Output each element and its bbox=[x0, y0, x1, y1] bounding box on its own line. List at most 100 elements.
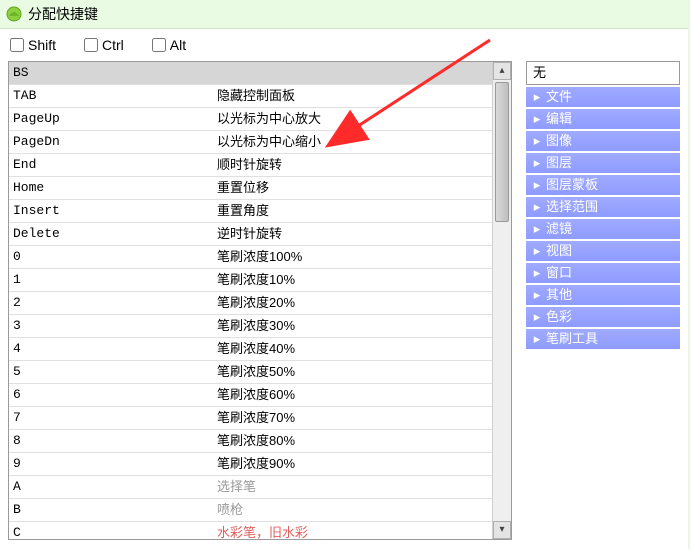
binding-action: 笔刷浓度40% bbox=[213, 338, 511, 360]
scroll-up-button[interactable]: ▴ bbox=[493, 62, 511, 80]
shift-checkbox[interactable] bbox=[10, 38, 24, 52]
category-item[interactable]: ▸图像 bbox=[526, 131, 680, 151]
binding-key: 3 bbox=[9, 315, 213, 337]
chevron-right-icon: ▸ bbox=[530, 329, 544, 349]
binding-action bbox=[213, 62, 511, 84]
binding-row[interactable]: 2笔刷浓度20% bbox=[9, 292, 511, 315]
titlebar: 分配快捷键 bbox=[0, 0, 688, 29]
shift-label: Shift bbox=[28, 37, 56, 53]
category-list: ▸文件▸编辑▸图像▸图层▸图层蒙板▸选择范围▸滤镜▸视图▸窗口▸其他▸色彩▸笔刷… bbox=[526, 87, 680, 349]
binding-row[interactable]: 5笔刷浓度50% bbox=[9, 361, 511, 384]
binding-row[interactable]: PageDn以光标为中心缩小 bbox=[9, 131, 511, 154]
binding-key: 0 bbox=[9, 246, 213, 268]
category-header: 无 bbox=[526, 61, 680, 85]
category-label: 文件 bbox=[544, 87, 676, 107]
chevron-right-icon: ▸ bbox=[530, 285, 544, 305]
category-item[interactable]: ▸色彩 bbox=[526, 307, 680, 327]
window: 分配快捷键 Shift Ctrl Alt BSTAB隐藏控制面板PageUp以光… bbox=[0, 0, 690, 549]
category-label: 编辑 bbox=[544, 109, 676, 129]
binding-row[interactable]: 0笔刷浓度100% bbox=[9, 246, 511, 269]
category-item[interactable]: ▸编辑 bbox=[526, 109, 680, 129]
binding-action: 选择笔 bbox=[213, 476, 511, 498]
binding-key: PageDn bbox=[9, 131, 213, 153]
category-label: 图层蒙板 bbox=[544, 175, 676, 195]
chevron-right-icon: ▸ bbox=[530, 241, 544, 261]
binding-row[interactable]: Insert重置角度 bbox=[9, 200, 511, 223]
binding-action: 笔刷浓度70% bbox=[213, 407, 511, 429]
binding-key: 1 bbox=[9, 269, 213, 291]
category-item[interactable]: ▸图层蒙板 bbox=[526, 175, 680, 195]
binding-row[interactable]: End顺时针旋转 bbox=[9, 154, 511, 177]
binding-row[interactable]: 8笔刷浓度80% bbox=[9, 430, 511, 453]
chevron-right-icon: ▸ bbox=[530, 307, 544, 327]
ctrl-checkbox-label[interactable]: Ctrl bbox=[84, 37, 124, 53]
category-label: 图层 bbox=[544, 153, 676, 173]
binding-row[interactable]: 3笔刷浓度30% bbox=[9, 315, 511, 338]
ctrl-label: Ctrl bbox=[102, 37, 124, 53]
binding-row[interactable]: Home重置位移 bbox=[9, 177, 511, 200]
binding-key: 9 bbox=[9, 453, 213, 475]
ctrl-checkbox[interactable] bbox=[84, 38, 98, 52]
binding-key: 2 bbox=[9, 292, 213, 314]
chevron-right-icon: ▸ bbox=[530, 197, 544, 217]
alt-label: Alt bbox=[170, 37, 186, 53]
binding-row[interactable]: A选择笔 bbox=[9, 476, 511, 499]
binding-action: 逆时针旋转 bbox=[213, 223, 511, 245]
modifier-row: Shift Ctrl Alt bbox=[0, 29, 688, 61]
binding-row[interactable]: C水彩笔，旧水彩 bbox=[9, 522, 511, 539]
binding-row[interactable]: 4笔刷浓度40% bbox=[9, 338, 511, 361]
category-item[interactable]: ▸选择范围 bbox=[526, 197, 680, 217]
category-item[interactable]: ▸图层 bbox=[526, 153, 680, 173]
scrollbar[interactable]: ▴ ▾ bbox=[492, 62, 511, 539]
binding-action: 笔刷浓度50% bbox=[213, 361, 511, 383]
chevron-right-icon: ▸ bbox=[530, 219, 544, 239]
shift-checkbox-label[interactable]: Shift bbox=[10, 37, 56, 53]
category-item[interactable]: ▸其他 bbox=[526, 285, 680, 305]
binding-action: 重置角度 bbox=[213, 200, 511, 222]
category-item[interactable]: ▸视图 bbox=[526, 241, 680, 261]
category-item[interactable]: ▸滤镜 bbox=[526, 219, 680, 239]
binding-key: End bbox=[9, 154, 213, 176]
binding-action: 以光标为中心缩小 bbox=[213, 131, 511, 153]
scroll-down-button[interactable]: ▾ bbox=[493, 521, 511, 539]
scroll-thumb[interactable] bbox=[495, 82, 509, 222]
binding-key: C bbox=[9, 522, 213, 539]
binding-action: 隐藏控制面板 bbox=[213, 85, 511, 107]
binding-key: BS bbox=[9, 62, 213, 84]
category-label: 笔刷工具 bbox=[544, 329, 676, 349]
alt-checkbox[interactable] bbox=[152, 38, 166, 52]
chevron-right-icon: ▸ bbox=[530, 153, 544, 173]
binding-action: 水彩笔，旧水彩 bbox=[213, 522, 511, 539]
binding-row[interactable]: BS bbox=[9, 62, 511, 85]
category-label: 色彩 bbox=[544, 307, 676, 327]
binding-row[interactable]: 1笔刷浓度10% bbox=[9, 269, 511, 292]
main-area: BSTAB隐藏控制面板PageUp以光标为中心放大PageDn以光标为中心缩小E… bbox=[0, 61, 688, 548]
category-item[interactable]: ▸窗口 bbox=[526, 263, 680, 283]
binding-row[interactable]: 6笔刷浓度60% bbox=[9, 384, 511, 407]
chevron-right-icon: ▸ bbox=[530, 109, 544, 129]
binding-key: B bbox=[9, 499, 213, 521]
binding-row[interactable]: B喷枪 bbox=[9, 499, 511, 522]
binding-key: TAB bbox=[9, 85, 213, 107]
binding-action: 笔刷浓度20% bbox=[213, 292, 511, 314]
chevron-right-icon: ▸ bbox=[530, 175, 544, 195]
category-pane: 无 ▸文件▸编辑▸图像▸图层▸图层蒙板▸选择范围▸滤镜▸视图▸窗口▸其他▸色彩▸… bbox=[526, 61, 680, 540]
category-item[interactable]: ▸文件 bbox=[526, 87, 680, 107]
alt-checkbox-label[interactable]: Alt bbox=[152, 37, 186, 53]
binding-key: 6 bbox=[9, 384, 213, 406]
binding-action: 笔刷浓度30% bbox=[213, 315, 511, 337]
binding-row[interactable]: 7笔刷浓度70% bbox=[9, 407, 511, 430]
category-label: 图像 bbox=[544, 131, 676, 151]
binding-action: 笔刷浓度100% bbox=[213, 246, 511, 268]
window-title: 分配快捷键 bbox=[28, 4, 98, 24]
binding-row[interactable]: PageUp以光标为中心放大 bbox=[9, 108, 511, 131]
category-label: 其他 bbox=[544, 285, 676, 305]
category-item[interactable]: ▸笔刷工具 bbox=[526, 329, 680, 349]
binding-action: 顺时针旋转 bbox=[213, 154, 511, 176]
binding-action: 笔刷浓度60% bbox=[213, 384, 511, 406]
binding-row[interactable]: 9笔刷浓度90% bbox=[9, 453, 511, 476]
binding-action: 笔刷浓度90% bbox=[213, 453, 511, 475]
binding-row[interactable]: TAB隐藏控制面板 bbox=[9, 85, 511, 108]
chevron-right-icon: ▸ bbox=[530, 87, 544, 107]
binding-row[interactable]: Delete逆时针旋转 bbox=[9, 223, 511, 246]
